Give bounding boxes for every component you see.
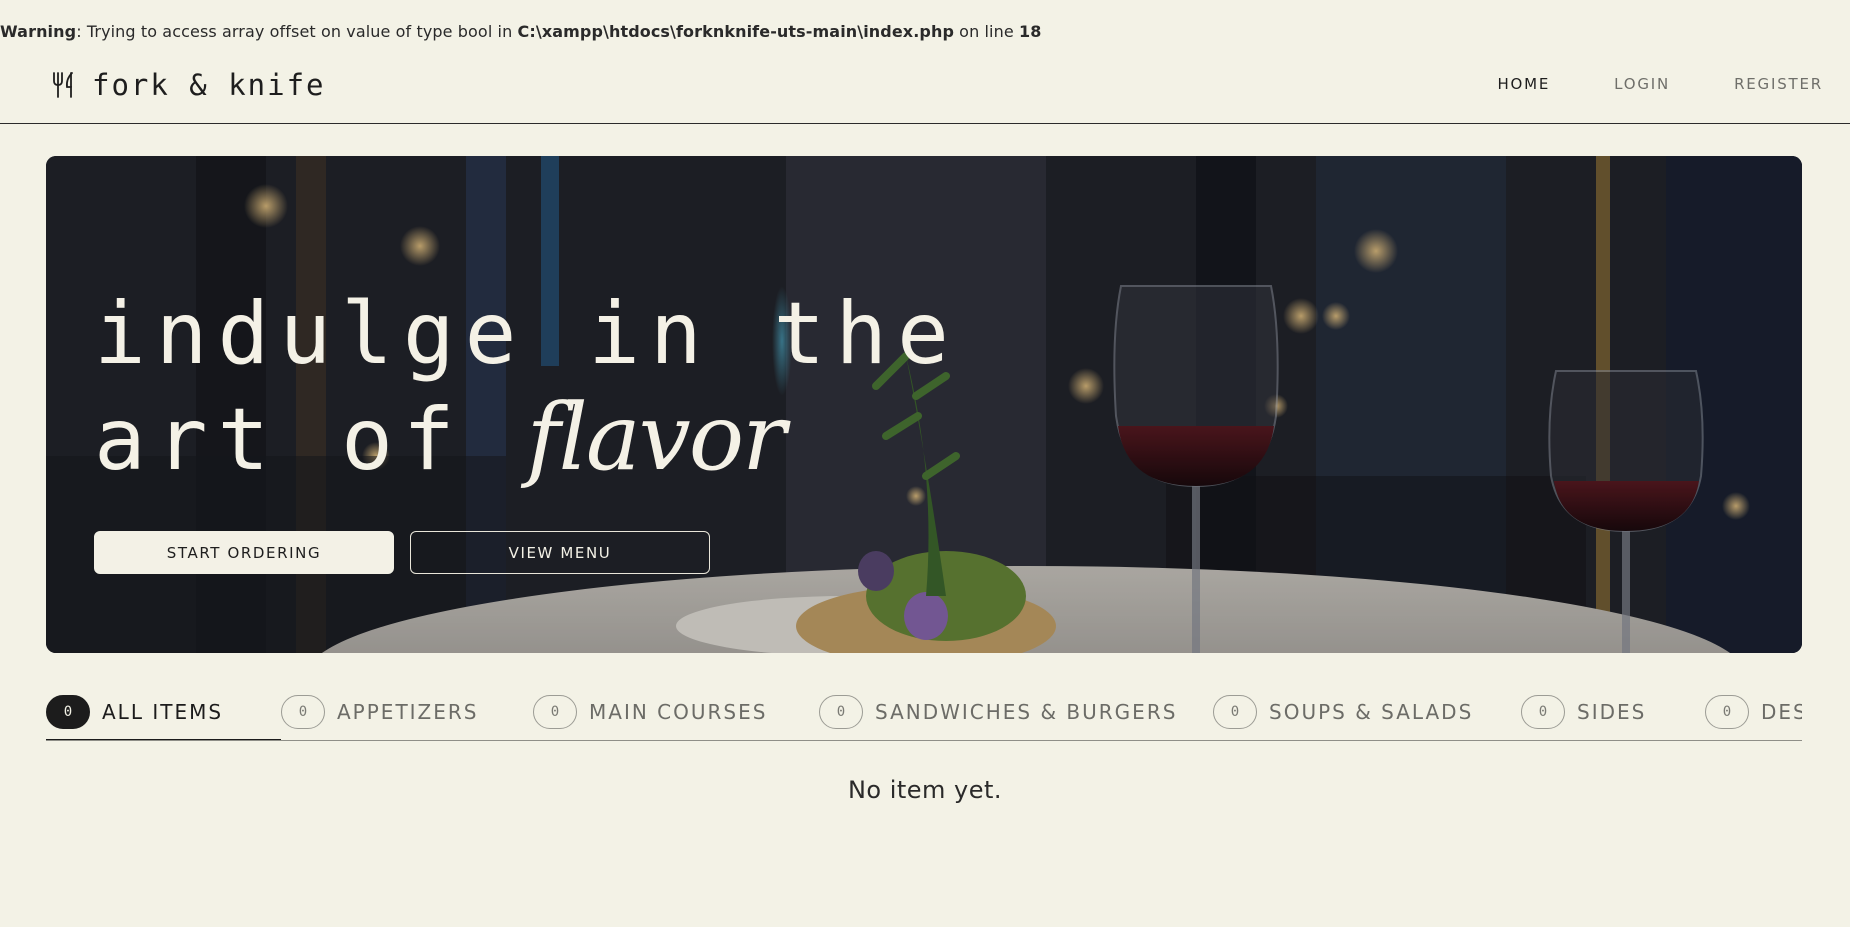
tab-sides[interactable]: 0 SIDES (1521, 694, 1646, 730)
hero-title-line1: indulge in the (94, 284, 959, 384)
tab-label: MAIN COURSES (589, 700, 768, 724)
nav-home-link[interactable]: HOME (1497, 75, 1550, 93)
tab-label: APPETIZERS (337, 700, 479, 724)
fork-knife-icon (53, 72, 73, 98)
hero-title-line2: art of (94, 390, 527, 490)
main-nav: HOME LOGIN REGISTER (1433, 75, 1823, 93)
tab-count-badge: 0 (281, 695, 325, 729)
tab-main-courses[interactable]: 0 MAIN COURSES (533, 694, 767, 730)
warning-label: Warning (0, 22, 77, 41)
tab-count-badge: 0 (46, 695, 90, 729)
hero-title-accent: flavor (526, 384, 786, 491)
tab-count-badge: 0 (1705, 695, 1749, 729)
nav-register-link[interactable]: REGISTER (1734, 75, 1823, 93)
tab-sandwiches-burgers[interactable]: 0 SANDWICHES & BURGERS (819, 694, 1177, 730)
warning-line-number: 18 (1018, 22, 1042, 41)
start-ordering-button[interactable]: START ORDERING (94, 531, 394, 574)
brand-home-link[interactable]: fork & knife (50, 68, 326, 102)
warning-message: : Trying to access array offset on value… (76, 22, 518, 41)
nav-login-link[interactable]: LOGIN (1614, 75, 1670, 93)
category-tabs: 0 ALL ITEMS 0 APPETIZERS 0 MAIN COURSES … (46, 690, 1802, 741)
hero-title: indulge in the art of flavor (94, 282, 959, 492)
tab-all-items[interactable]: 0 ALL ITEMS (46, 694, 223, 730)
warning-path: C:\xampp\htdocs\forknknife-uts-main\inde… (517, 22, 954, 41)
tab-label: SIDES (1577, 700, 1647, 724)
hero-banner: indulge in the art of flavor START ORDER… (46, 156, 1802, 653)
view-menu-button[interactable]: VIEW MENU (410, 531, 710, 574)
tab-count-badge: 0 (533, 695, 577, 729)
tab-appetizers[interactable]: 0 APPETIZERS (281, 694, 478, 730)
tab-label: DES (1761, 700, 1802, 724)
tab-count-badge: 0 (1521, 695, 1565, 729)
top-navbar: fork & knife HOME LOGIN REGISTER (0, 58, 1850, 124)
hero-actions: START ORDERING VIEW MENU (94, 531, 710, 574)
tab-label: SOUPS & SALADS (1269, 700, 1474, 724)
brand-name: fork & knife (92, 68, 326, 102)
tab-soups-salads[interactable]: 0 SOUPS & SALADS (1213, 694, 1473, 730)
php-warning: Warning: Trying to access array offset o… (0, 22, 1041, 41)
tab-label: ALL ITEMS (102, 700, 224, 724)
active-tab-underline (46, 739, 281, 740)
tab-desserts[interactable]: 0 DES (1705, 694, 1802, 730)
warning-line-text: on line (954, 22, 1019, 41)
tab-label: SANDWICHES & BURGERS (875, 700, 1178, 724)
tab-count-badge: 0 (1213, 695, 1257, 729)
tab-count-badge: 0 (819, 695, 863, 729)
empty-state-message: No item yet. (847, 776, 1003, 804)
